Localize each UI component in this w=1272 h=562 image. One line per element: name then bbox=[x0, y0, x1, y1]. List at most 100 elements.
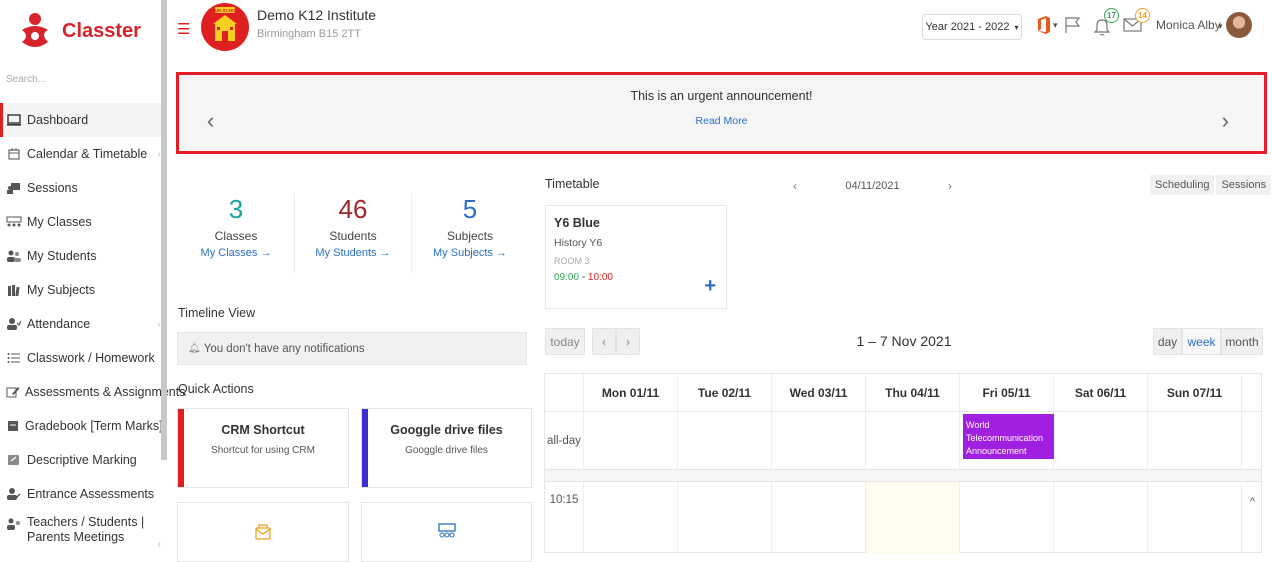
notifications-badge: 17 bbox=[1104, 8, 1119, 23]
sidebar-item-meetings[interactable]: Teachers / Students | Parents Meetings ‹ bbox=[0, 511, 161, 551]
add-icon[interactable]: + bbox=[704, 275, 716, 298]
stat-value: 46 bbox=[338, 194, 368, 224]
chevron-right-icon[interactable]: › bbox=[616, 328, 640, 355]
announcement-title: This is an urgent announcement! bbox=[630, 89, 813, 103]
brand-logo[interactable]: Classter bbox=[18, 8, 158, 54]
office-icon[interactable] bbox=[1037, 16, 1051, 34]
list-icon bbox=[6, 351, 22, 365]
chevron-left-icon[interactable]: ‹ bbox=[592, 328, 616, 355]
classter-logo-icon bbox=[22, 13, 48, 47]
gradebook-icon bbox=[6, 419, 20, 433]
stat-label: Classes bbox=[214, 229, 258, 243]
time-cell[interactable] bbox=[866, 482, 960, 554]
institute-name: Demo K12 Institute bbox=[257, 7, 377, 23]
user-name[interactable]: Monica Alby bbox=[1156, 18, 1221, 32]
quick-action-google-drive[interactable]: Googgle drive files Googgle drive files bbox=[361, 408, 532, 488]
sidebar-item-entrance-assessments[interactable]: Entrance Assessments bbox=[0, 477, 161, 511]
stat-value: 5 bbox=[462, 194, 478, 224]
quick-action-messages[interactable] bbox=[177, 502, 349, 562]
caret-down-icon: ▾ bbox=[1014, 22, 1019, 32]
tab-sessions[interactable]: Sessions bbox=[1216, 175, 1272, 195]
view-month-button[interactable]: month bbox=[1221, 328, 1263, 355]
chevron-right-icon[interactable]: › bbox=[1222, 108, 1229, 134]
sidebar-item-gradebook[interactable]: Gradebook [Term Marks] bbox=[0, 409, 163, 443]
my-students-link[interactable]: My Students → bbox=[295, 247, 411, 259]
time-cell[interactable] bbox=[584, 482, 678, 554]
sidebar-item-my-classes[interactable]: My Classes bbox=[0, 205, 161, 239]
year-select-value: Year 2021 - 2022 bbox=[925, 21, 1010, 33]
time-cell[interactable] bbox=[1054, 482, 1148, 554]
quick-actions-title: Quick Actions bbox=[178, 382, 254, 396]
notifications-empty-text: You don't have any notifications bbox=[203, 342, 365, 355]
time-cell[interactable] bbox=[1148, 482, 1242, 554]
search-input[interactable]: Search... bbox=[6, 74, 156, 85]
sidebar-item-classwork[interactable]: Classwork / Homework bbox=[0, 341, 161, 375]
announcement-read-more-link[interactable]: Read More bbox=[179, 115, 1264, 127]
scroll-up-icon[interactable]: ^ bbox=[1250, 496, 1255, 508]
calendar-event[interactable]: World Telecommunication Announcement bbox=[963, 414, 1054, 459]
calendar-header-row: Mon 01/11 Tue 02/11 Wed 03/11 Thu 04/11 … bbox=[545, 374, 1261, 412]
calendar-allday-row: all-day bbox=[545, 412, 1261, 470]
session-card[interactable]: Y6 Blue History Y6 ROOM 3 09:00 - 10:00 … bbox=[545, 205, 727, 309]
timetable-date[interactable]: 04/11/2021 bbox=[845, 180, 899, 192]
quick-action-my-classes[interactable] bbox=[361, 502, 532, 562]
my-classes-link[interactable]: My Classes → bbox=[178, 247, 294, 259]
time-label: 10:15 bbox=[545, 482, 584, 554]
sidebar-scrollbar[interactable] bbox=[161, 0, 167, 460]
sidebar-item-my-students[interactable]: My Students bbox=[0, 239, 161, 273]
day-header[interactable]: Tue 02/11 bbox=[678, 374, 772, 411]
time-cell[interactable] bbox=[678, 482, 772, 554]
sidebar-item-label: Attendance bbox=[27, 317, 91, 331]
edit-icon bbox=[6, 385, 20, 399]
chevron-left-icon[interactable]: ‹ bbox=[207, 108, 214, 134]
tab-scheduling[interactable]: Scheduling bbox=[1150, 175, 1215, 195]
today-button[interactable]: today bbox=[545, 328, 585, 355]
school-building-icon: YOUR SCHOOL bbox=[208, 7, 242, 41]
day-header[interactable]: Wed 03/11 bbox=[772, 374, 866, 411]
avatar[interactable] bbox=[1226, 12, 1252, 38]
day-header[interactable]: Thu 04/11 bbox=[866, 374, 960, 411]
chevron-left-icon[interactable]: ‹ bbox=[785, 179, 805, 193]
day-header[interactable]: Fri 05/11 bbox=[960, 374, 1054, 411]
view-day-button[interactable]: day bbox=[1153, 328, 1182, 355]
allday-cell[interactable] bbox=[772, 412, 866, 469]
time-cell[interactable] bbox=[772, 482, 866, 554]
allday-cell[interactable] bbox=[866, 412, 960, 469]
stat-students: 46 Students My Students → bbox=[295, 193, 412, 273]
day-header[interactable]: Sun 07/11 bbox=[1148, 374, 1242, 411]
quick-action-crm[interactable]: CRM Shortcut Shortcut for using CRM bbox=[177, 408, 349, 488]
top-header: ☰ YOUR SCHOOL Demo K12 Institute Birming… bbox=[168, 0, 1272, 62]
sidebar-item-label: My Students bbox=[27, 249, 97, 263]
flag-icon[interactable] bbox=[1064, 16, 1082, 34]
users-icon bbox=[6, 249, 22, 263]
allday-cell[interactable] bbox=[1054, 412, 1148, 469]
quick-action-subtitle: Shortcut for using CRM bbox=[211, 445, 315, 456]
day-header[interactable]: Sat 06/11 bbox=[1054, 374, 1148, 411]
sidebar-item-attendance[interactable]: Attendance ‹ bbox=[0, 307, 161, 341]
caret-down-icon[interactable]: ▾ bbox=[1218, 21, 1223, 32]
sidebar-item-descriptive-marking[interactable]: Descriptive Marking bbox=[0, 443, 161, 477]
allday-cell[interactable] bbox=[584, 412, 678, 469]
sidebar-item-my-subjects[interactable]: My Subjects bbox=[0, 273, 161, 307]
chevron-left-icon: ‹ bbox=[157, 539, 161, 550]
quick-action-title: CRM Shortcut bbox=[221, 423, 305, 437]
sidebar-item-sessions[interactable]: Sessions bbox=[0, 171, 161, 205]
day-header[interactable]: Mon 01/11 bbox=[584, 374, 678, 411]
allday-cell[interactable] bbox=[1148, 412, 1242, 469]
chevron-right-icon[interactable]: › bbox=[940, 179, 960, 193]
sidebar-item-calendar[interactable]: Calendar & Timetable ‹ bbox=[0, 137, 161, 171]
time-cell[interactable] bbox=[960, 482, 1054, 554]
caret-down-icon[interactable]: ▾ bbox=[1053, 20, 1058, 31]
stat-classes: 3 Classes My Classes → bbox=[178, 193, 295, 273]
menu-toggle-icon[interactable]: ☰ bbox=[177, 20, 190, 38]
sidebar-item-dashboard[interactable]: Dashboard bbox=[0, 103, 161, 137]
sidebar-item-assessments[interactable]: Assessments & Assignments bbox=[0, 375, 185, 409]
meeting-icon bbox=[6, 517, 22, 531]
envelope-icon bbox=[255, 524, 271, 540]
sidebar-item-label: Calendar & Timetable bbox=[27, 147, 148, 161]
calendar-divider bbox=[545, 470, 1261, 482]
my-subjects-link[interactable]: My Subjects → bbox=[412, 247, 528, 259]
view-week-button[interactable]: week bbox=[1182, 328, 1221, 355]
allday-cell[interactable] bbox=[678, 412, 772, 469]
year-select[interactable]: Year 2021 - 2022 ▾ bbox=[922, 14, 1022, 40]
